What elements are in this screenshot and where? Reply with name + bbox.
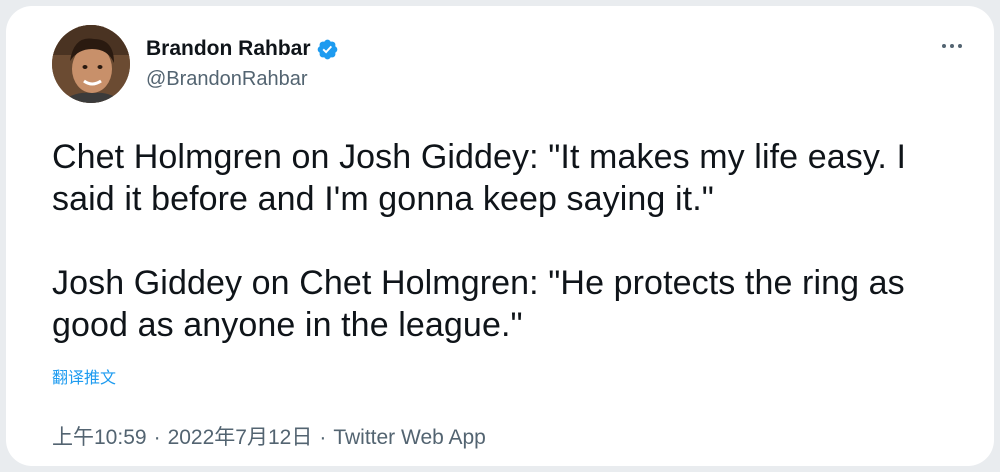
tweet-meta: 上午10:59 · 2022年7月12日 · Twitter Web App [52,425,486,451]
avatar-image [52,25,130,103]
tweet-time[interactable]: 上午10:59 [52,425,147,451]
tweet-header: Brandon Rahbar @BrandonRahbar [52,24,339,104]
author-names: Brandon Rahbar @BrandonRahbar [146,36,339,92]
tweet-source[interactable]: Twitter Web App [333,425,486,451]
translate-tweet-link[interactable]: 翻译推文 [52,368,116,390]
more-dot [942,44,946,48]
verified-badge-icon [316,38,339,61]
more-dots-icon[interactable] [934,34,970,58]
tweet-paragraph: Chet Holmgren on Josh Giddey: "It makes … [52,138,907,218]
tweet-text: Chet Holmgren on Josh Giddey: "It makes … [52,136,972,346]
author-name-row: Brandon Rahbar [146,36,339,62]
author-name[interactable]: Brandon Rahbar [146,36,311,62]
more-dot [950,44,954,48]
meta-separator: · [319,426,327,449]
meta-separator: · [153,426,161,449]
more-dot [958,44,962,48]
tweet-date[interactable]: 2022年7月12日 [168,425,313,451]
tweet-card: Brandon Rahbar @BrandonRahbar Chet Holmg… [6,6,994,466]
author-avatar[interactable] [52,25,130,103]
author-handle[interactable]: @BrandonRahbar [146,66,339,92]
tweet-paragraph: Josh Giddey on Chet Holmgren: "He protec… [52,264,905,344]
